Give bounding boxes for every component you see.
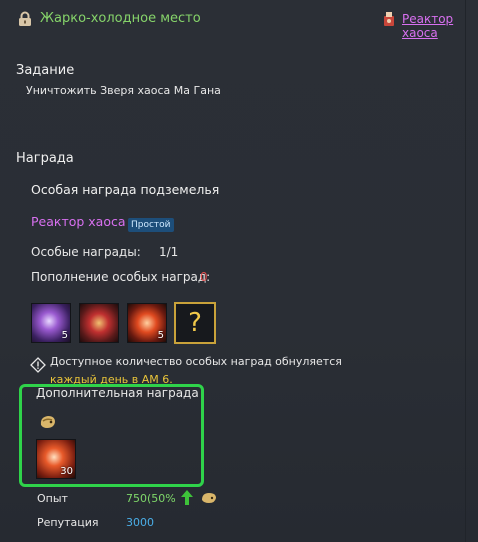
additional-reward-item[interactable]: 30 bbox=[36, 439, 76, 479]
dungeon-name: Реактор хаоса bbox=[31, 214, 126, 229]
task-text: Уничтожить Зверя хаоса Ма Гана bbox=[26, 84, 221, 97]
panel-divider bbox=[465, 0, 466, 542]
special-rewards-label: Особые награды: bbox=[31, 245, 141, 259]
item-count: 5 bbox=[157, 330, 164, 341]
arrow-up-icon bbox=[181, 490, 193, 505]
reactor-link[interactable]: Реактор хаоса bbox=[402, 12, 478, 40]
notice-line-1: Доступное количество особых наград обнул… bbox=[50, 355, 342, 368]
item-count: 5 bbox=[61, 330, 68, 341]
dragon-bonus-icon bbox=[200, 490, 218, 506]
reputation-value: 3000 bbox=[126, 516, 154, 529]
special-rewards-value: 1/1 bbox=[159, 245, 179, 259]
reactor-icon[interactable] bbox=[381, 10, 397, 27]
unknown-reward-icon[interactable]: ? bbox=[174, 302, 216, 344]
refill-label: Пополнение особых наград: bbox=[31, 270, 211, 284]
lock-icon bbox=[17, 11, 33, 27]
special-reward-heading: Особая награда подземелья bbox=[31, 182, 220, 197]
quest-title: Жарко-холодное место bbox=[40, 11, 201, 26]
reward-item-red-chest[interactable] bbox=[79, 303, 119, 343]
refill-value: 0 bbox=[200, 270, 208, 284]
task-heading: Задание bbox=[16, 63, 75, 78]
exp-value: 750 bbox=[126, 492, 147, 505]
additional-reward-heading: Дополнительная награда bbox=[36, 386, 199, 400]
reputation-label: Репутация bbox=[37, 516, 99, 529]
reward-item-purple-crystal[interactable]: 5 bbox=[31, 303, 71, 343]
warning-icon bbox=[30, 357, 46, 373]
difficulty-badge: Простой bbox=[128, 218, 174, 232]
item-count: 30 bbox=[60, 466, 73, 477]
reward-item-red-rune[interactable]: 5 bbox=[127, 303, 167, 343]
reward-heading: Награда bbox=[16, 151, 74, 166]
dragon-icon bbox=[37, 411, 59, 433]
exp-label: Опыт bbox=[37, 492, 68, 505]
exp-bonus: (50% bbox=[147, 492, 176, 505]
